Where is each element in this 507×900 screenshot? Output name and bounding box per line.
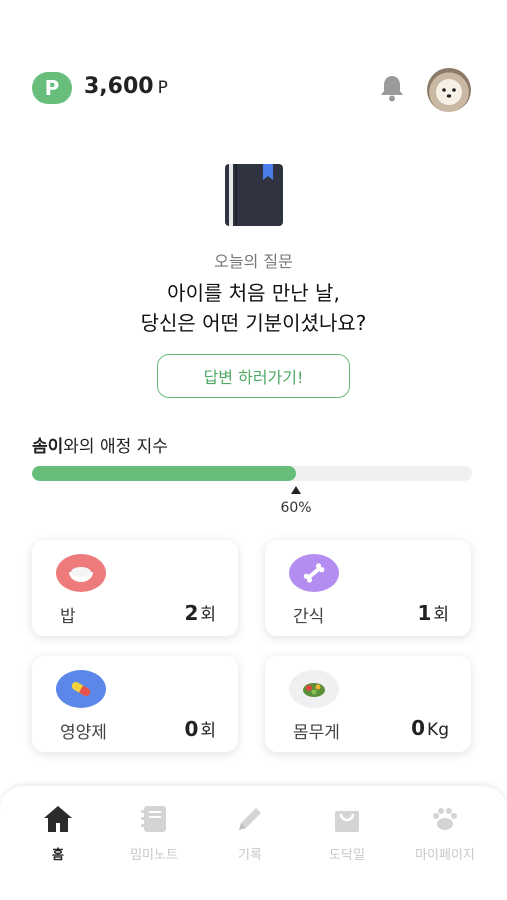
nav-label: 도닥밀 bbox=[329, 848, 365, 863]
notebook-icon bbox=[141, 806, 166, 832]
stat-card-supplement[interactable]: 영양제 0회 bbox=[32, 656, 238, 752]
stat-unit: 회 bbox=[200, 721, 216, 741]
stat-number: 1 bbox=[417, 601, 432, 625]
stat-number: 2 bbox=[184, 601, 199, 625]
affection-progress-fill bbox=[32, 466, 296, 481]
stat-label: 밥 bbox=[60, 607, 76, 627]
stat-value: 2회 bbox=[184, 600, 216, 625]
stat-label: 몸무게 bbox=[293, 723, 340, 743]
nav-item-mypage[interactable]: 마이페이지 bbox=[395, 802, 495, 863]
salad-icon bbox=[289, 670, 339, 708]
stat-number: 0 bbox=[184, 717, 199, 741]
stat-value: 1회 bbox=[417, 600, 449, 625]
dog-face-icon bbox=[436, 79, 462, 105]
paw-icon bbox=[433, 808, 457, 830]
top-bar: P 3,600 P bbox=[0, 60, 507, 116]
progress-marker-icon bbox=[291, 486, 301, 494]
nav-label: 마이페이지 bbox=[415, 848, 475, 863]
nav-item-shop[interactable]: 도닥밀 bbox=[297, 802, 397, 863]
question-line-1: 아이를 처음 만난 날, bbox=[167, 281, 340, 305]
bone-icon bbox=[289, 554, 339, 592]
nav-label: 밈미노트 bbox=[130, 848, 178, 863]
stat-value: 0 Kg bbox=[411, 716, 449, 740]
points-display[interactable]: 3,600 P bbox=[84, 74, 168, 99]
affection-progress-bar bbox=[32, 466, 472, 481]
pencil-icon bbox=[239, 808, 261, 830]
question-text: 아이를 처음 만난 날, 당신은 어떤 기분이셨나요? bbox=[0, 278, 507, 338]
nav-label: 홈 bbox=[52, 848, 64, 863]
stat-card-weight[interactable]: 몸무게 0 Kg bbox=[265, 656, 471, 752]
question-line-2: 당신은 어떤 기분이셨나요? bbox=[140, 311, 367, 335]
stat-card-meal[interactable]: 밥 2회 bbox=[32, 540, 238, 636]
shopping-bag-icon bbox=[335, 811, 359, 832]
nav-item-notes[interactable]: 밈미노트 bbox=[104, 802, 204, 863]
pet-name: 솜이 bbox=[32, 437, 64, 457]
stat-unit: Kg bbox=[427, 720, 449, 740]
avatar[interactable] bbox=[427, 68, 471, 112]
point-badge: P bbox=[32, 72, 72, 104]
stat-value: 0회 bbox=[184, 716, 216, 741]
home-icon bbox=[44, 806, 72, 832]
rice-bowl-icon bbox=[56, 554, 106, 592]
answer-button[interactable]: 답변 하러가기! bbox=[157, 354, 350, 398]
book-icon bbox=[225, 164, 283, 226]
points-value: 3,600 bbox=[84, 74, 154, 99]
stat-card-snack[interactable]: 간식 1회 bbox=[265, 540, 471, 636]
bottom-nav: 홈 밈미노트 기록 도닥밀 마이페이지 bbox=[0, 786, 507, 900]
stat-label: 간식 bbox=[293, 607, 325, 627]
affection-title: 솜이와의 애정 지수 bbox=[32, 432, 168, 457]
stat-unit: 회 bbox=[433, 605, 449, 625]
affection-percent: 60% bbox=[280, 500, 312, 516]
stat-number: 0 bbox=[411, 716, 426, 740]
affection-title-suffix: 와의 애정 지수 bbox=[63, 437, 168, 457]
nav-item-record[interactable]: 기록 bbox=[200, 802, 300, 863]
nav-label: 기록 bbox=[238, 848, 262, 863]
bell-icon[interactable] bbox=[376, 72, 408, 104]
stat-label: 영양제 bbox=[60, 723, 107, 743]
question-label: 오늘의 질문 bbox=[214, 252, 293, 271]
pill-icon bbox=[56, 670, 106, 708]
nav-item-home[interactable]: 홈 bbox=[8, 802, 108, 863]
stat-unit: 회 bbox=[200, 605, 216, 625]
points-unit: P bbox=[157, 78, 168, 98]
